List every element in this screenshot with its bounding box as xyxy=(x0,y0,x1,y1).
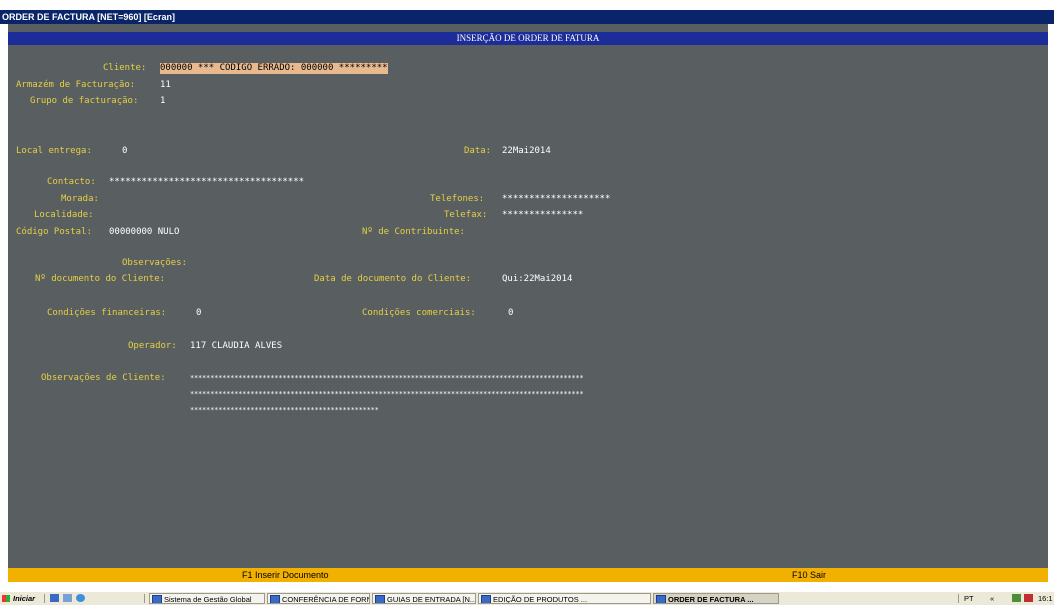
clock: 16:1 xyxy=(1038,594,1053,603)
armazem-field[interactable]: 11 xyxy=(160,80,171,91)
observacoes-cliente-line-1[interactable]: ****************************************… xyxy=(190,373,584,384)
contribuinte-label: Nº de Contribuinte: xyxy=(362,227,465,237)
grupo-field[interactable]: 1 xyxy=(160,96,165,107)
local-entrega-label: Local entrega: xyxy=(16,146,92,156)
windows-flag-icon xyxy=(2,595,10,602)
grupo-label: Grupo de facturação: xyxy=(30,96,139,106)
local-entrega-field[interactable]: 0 xyxy=(122,146,127,157)
task-conferencia-fornecedor[interactable]: CONFERÊNCIA DE FORN... xyxy=(267,593,370,604)
app-icon xyxy=(270,595,280,603)
task-label: GUIAS DE ENTRADA [N... xyxy=(387,595,476,604)
data-documento-label: Data de documento do Cliente: xyxy=(314,274,472,284)
app-icon xyxy=(152,595,162,603)
condicoes-financeiras-label: Condições financeiras: xyxy=(47,308,167,318)
app-icon xyxy=(656,595,666,603)
operador-label: Operador: xyxy=(128,341,177,351)
telefax-field[interactable]: *************** xyxy=(502,210,583,221)
task-edicao-produtos[interactable]: EDIÇÃO DE PRODUTOS ... xyxy=(478,593,651,604)
observacoes-cliente-line-3[interactable]: ****************************************… xyxy=(190,405,379,416)
taskbar-separator xyxy=(44,594,45,603)
condicoes-comerciais-field[interactable]: 0 xyxy=(508,308,513,319)
task-label: CONFERÊNCIA DE FORN... xyxy=(282,595,370,604)
telefax-label: Telefax: xyxy=(444,210,488,220)
codigo-postal-label: Código Postal: xyxy=(16,227,92,237)
network-icon[interactable] xyxy=(1012,594,1021,602)
windows-taskbar: Iniciar Sistema de Gestão Global CONFERÊ… xyxy=(0,591,1054,605)
taskbar-separator xyxy=(958,594,959,603)
window-title: ORDER DE FACTURA [NET=960] [Ecran] xyxy=(2,12,175,22)
task-guias-entrada[interactable]: GUIAS DE ENTRADA [N... xyxy=(372,593,476,604)
start-button[interactable]: Iniciar xyxy=(1,593,41,604)
observacoes-label: Observações: xyxy=(122,258,188,268)
condicoes-comerciais-label: Condições comerciais: xyxy=(362,308,476,318)
start-label: Iniciar xyxy=(13,594,36,603)
telefones-field[interactable]: ******************** xyxy=(502,194,610,205)
task-label: EDIÇÃO DE PRODUTOS ... xyxy=(493,595,588,604)
task-label: ORDER DE FACTURA ... xyxy=(668,595,754,604)
show-desktop-icon[interactable] xyxy=(50,594,59,602)
contacto-field[interactable]: ************************************ xyxy=(109,177,304,188)
task-sistema-gestao-global[interactable]: Sistema de Gestão Global xyxy=(149,593,265,604)
localidade-label: Localidade: xyxy=(34,210,94,220)
observacoes-cliente-line-2[interactable]: ****************************************… xyxy=(190,389,584,400)
task-order-de-factura[interactable]: ORDER DE FACTURA ... xyxy=(653,593,779,604)
telefones-label: Telefones: xyxy=(430,194,485,204)
screen-header: INSERÇÃO DE ORDER DE FATURA xyxy=(8,32,1048,45)
task-label: Sistema de Gestão Global xyxy=(164,595,252,604)
tray-expand-arrows[interactable]: « xyxy=(990,593,998,604)
data-label: Data: xyxy=(464,146,492,156)
security-icon[interactable] xyxy=(1024,594,1033,602)
operador-field[interactable]: 117 CLAUDIA ALVES xyxy=(190,341,282,352)
observacoes-cliente-label: Observações de Cliente: xyxy=(41,373,166,383)
internet-explorer-icon[interactable] xyxy=(76,594,85,602)
cliente-label: Cliente: xyxy=(103,63,147,73)
language-indicator[interactable]: PT xyxy=(964,593,978,604)
window-title-bar: ORDER DE FACTURA [NET=960] [Ecran] xyxy=(0,10,1054,24)
taskbar-separator xyxy=(144,594,145,603)
data-field[interactable]: 22Mai2014 xyxy=(502,146,551,157)
armazem-label: Armazém de Facturação: xyxy=(16,80,136,90)
codigo-postal-field[interactable]: 00000000 NULO xyxy=(109,227,179,238)
contacto-label: Contacto: xyxy=(47,177,96,187)
f10-exit-key[interactable]: F10 Sair xyxy=(792,568,826,582)
morada-label: Morada: xyxy=(61,194,99,204)
app-icon xyxy=(375,595,385,603)
f1-insert-document-key[interactable]: F1 Inserir Documento xyxy=(242,568,329,582)
java-icon[interactable] xyxy=(63,594,72,602)
app-icon xyxy=(481,595,491,603)
data-documento-field[interactable]: Qui:22Mai2014 xyxy=(502,274,572,285)
cliente-field[interactable]: 000000 *** CODIGO ERRADO: 000000 *******… xyxy=(160,63,388,74)
condicoes-financeiras-field[interactable]: 0 xyxy=(196,308,201,319)
function-key-bar: F1 Inserir Documento F10 Sair xyxy=(8,568,1048,582)
documento-cliente-label: Nº documento do Cliente: xyxy=(35,274,166,284)
